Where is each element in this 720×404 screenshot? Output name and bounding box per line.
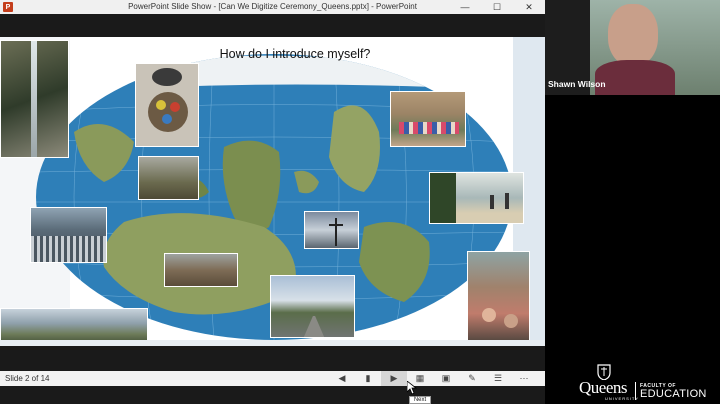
mouse-cursor-icon bbox=[407, 381, 417, 395]
road-photo bbox=[270, 275, 355, 338]
slide-list-icon[interactable]: ▮ bbox=[355, 371, 381, 386]
hillside-photo bbox=[138, 156, 199, 200]
slide-indicator: Slide 2 of 14 bbox=[5, 374, 50, 383]
ceremony-items-photo bbox=[135, 63, 199, 147]
queens-education-logo: Queens UNIVERSITY FACULTY OF EDUCATION bbox=[575, 364, 720, 404]
logo-education-text: EDUCATION bbox=[640, 388, 707, 400]
display-icon[interactable]: ▣ bbox=[433, 371, 459, 386]
pen-icon[interactable]: ✎ bbox=[459, 371, 485, 386]
participant-video: Shawn Wilson bbox=[545, 0, 720, 95]
previous-icon[interactable]: ◀ bbox=[329, 371, 355, 386]
group-shelter-photo bbox=[390, 91, 466, 147]
people-group-photo bbox=[467, 251, 530, 341]
waterfall-photo bbox=[0, 40, 69, 158]
powerpoint-window: P PowerPoint Slide Show - [Can We Digiti… bbox=[0, 0, 545, 404]
title-bar: P PowerPoint Slide Show - [Can We Digiti… bbox=[0, 0, 545, 14]
minimize-button[interactable]: — bbox=[449, 0, 481, 14]
close-button[interactable]: ✕ bbox=[513, 0, 545, 14]
dirt-field-photo bbox=[164, 253, 238, 287]
slide-canvas[interactable]: How do I introduce myself? bbox=[0, 37, 545, 346]
next-icon[interactable]: ▶ bbox=[381, 371, 407, 386]
logo-university-text: UNIVERSITY bbox=[605, 396, 640, 401]
slide-title: How do I introduce myself? bbox=[219, 47, 371, 61]
city-skyline-photo bbox=[30, 207, 107, 263]
maximize-button[interactable]: ☐ bbox=[481, 0, 513, 14]
slideshow-status-bar: Slide 2 of 14 ◀ ▮ ▶ ▦ ▣ ✎ ☰ ⋯ bbox=[0, 371, 545, 386]
logo-queens-text: Queens bbox=[579, 378, 627, 397]
reading-icon[interactable]: ☰ bbox=[485, 371, 511, 386]
participant-face bbox=[608, 4, 658, 66]
landscape-crosses-photo bbox=[304, 211, 359, 249]
participant-name: Shawn Wilson bbox=[548, 79, 606, 89]
more-icon[interactable]: ⋯ bbox=[511, 371, 537, 386]
next-tooltip: Next bbox=[409, 396, 431, 404]
beach-photo bbox=[429, 172, 524, 224]
